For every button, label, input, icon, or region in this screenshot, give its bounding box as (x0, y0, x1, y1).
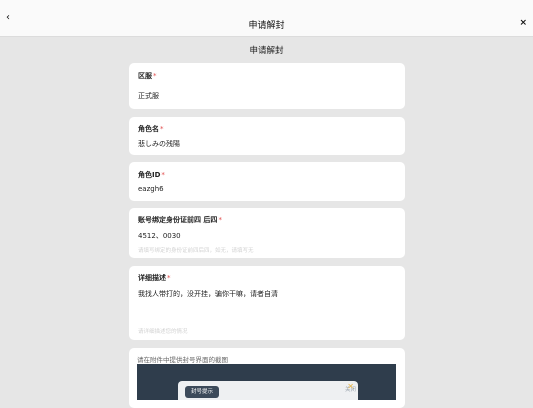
role-name-field-card[interactable]: 角色名* 悲しみの残陽 (129, 117, 405, 155)
top-bar-title: 申请解封 (248, 21, 285, 31)
required-asterisk: * (161, 171, 165, 179)
required-asterisk: * (167, 274, 171, 282)
dialog-close-icon: ✕ (347, 382, 354, 391)
ban-notice-tab: 封号提示 (185, 386, 220, 398)
top-bar: ‹ 申请解封 × (0, 0, 533, 37)
description-label: 详细描述* (138, 274, 171, 282)
server-label: 区服* (138, 72, 157, 80)
required-asterisk: * (218, 216, 222, 224)
attachment-label: 请在附件中提供封号界面的截图 (137, 356, 228, 364)
description-hint: 请详细描述您的情况 (138, 329, 188, 335)
required-asterisk: * (153, 72, 157, 80)
server-field-card[interactable]: 区服* 正式服 (129, 63, 405, 109)
close-icon[interactable]: × (519, 18, 527, 28)
server-value[interactable]: 正式服 (138, 91, 159, 101)
role-id-field-card[interactable]: 角色ID* eazgh6 (129, 162, 405, 201)
ban-dialog-preview: 封号提示 (178, 381, 358, 400)
id-card-field-card[interactable]: 账号绑定身份证前四 后四* 4512、0030 请填写绑定的身份证前四后四，如无… (129, 208, 405, 258)
role-id-input[interactable]: eazgh6 (138, 185, 164, 193)
description-field-card[interactable]: 详细描述* 我找人带打的，没开挂，骗你干嘛，请者自清 请详细描述您的情况 (129, 266, 405, 340)
role-id-label: 角色ID* (138, 171, 165, 179)
required-asterisk: * (160, 125, 164, 133)
role-name-input[interactable]: 悲しみの残陽 (138, 139, 180, 149)
page-title: 申请解封 (249, 46, 284, 56)
attachment-screenshot[interactable]: 封号提示 关闭 ✕ (137, 364, 396, 400)
description-input[interactable]: 我找人带打的，没开挂，骗你干嘛，请者自清 (138, 289, 278, 299)
id-card-input[interactable]: 4512、0030 (138, 231, 181, 241)
id-card-hint: 请填写绑定的身份证前四后四，如无，请填写无 (138, 248, 254, 254)
id-card-label: 账号绑定身份证前四 后四* (138, 216, 222, 224)
role-name-label: 角色名* (138, 125, 164, 133)
